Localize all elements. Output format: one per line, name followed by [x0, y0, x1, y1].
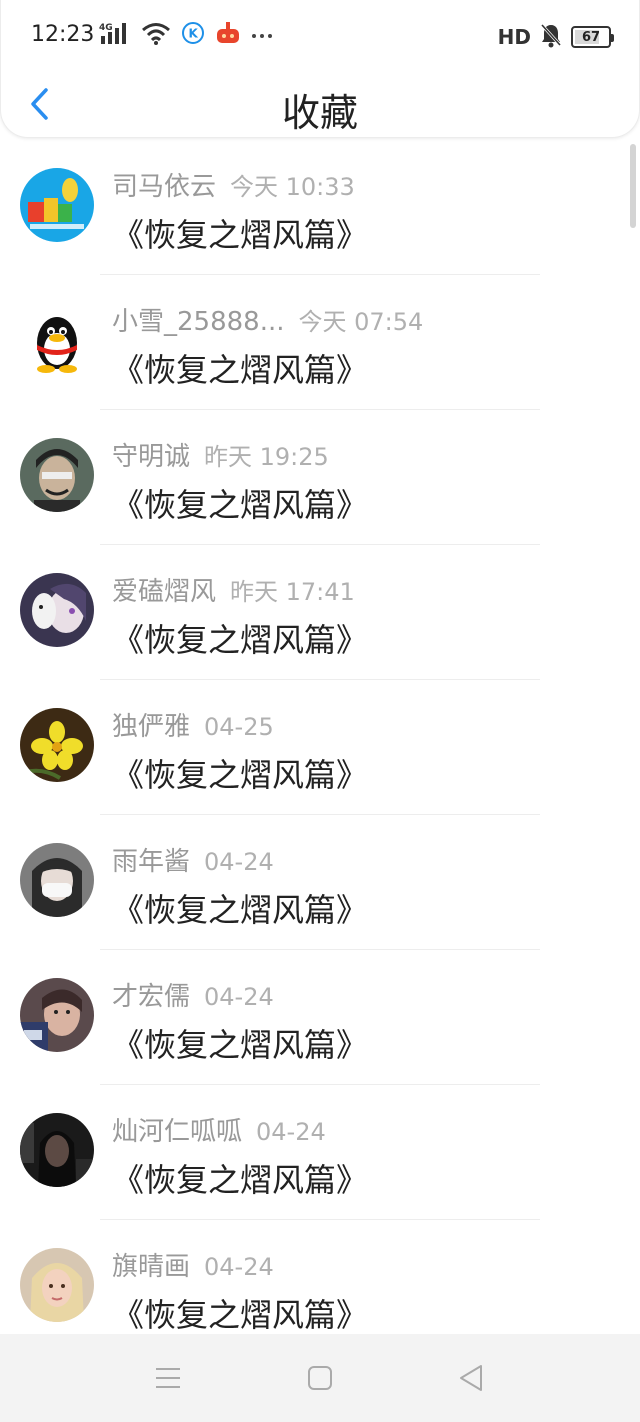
- favorite-content[interactable]: 《恢复之熠风篇》: [112, 1290, 368, 1332]
- home-square-icon: [308, 1366, 332, 1390]
- timestamp: 04-24: [204, 1253, 274, 1281]
- menu-icon: [156, 1368, 180, 1388]
- hd-label: HD: [497, 25, 531, 49]
- status-left-icons: 4G K: [99, 20, 273, 50]
- svg-text:K: K: [189, 27, 199, 41]
- timestamp: 昨天 19:25: [204, 443, 329, 471]
- item-meta: 才宏儒 04-24: [112, 976, 274, 1013]
- item-meta: 旗晴画 04-24: [112, 1246, 274, 1283]
- red-app-icon: [215, 21, 241, 49]
- avatar[interactable]: [20, 1113, 94, 1187]
- avatar[interactable]: [20, 573, 94, 647]
- avatar[interactable]: [20, 168, 94, 242]
- item-meta: 雨年酱 04-24: [112, 841, 274, 878]
- page-title: 收藏: [281, 91, 358, 135]
- timestamp: 04-24: [204, 848, 274, 876]
- status-right-icons: HD 67: [497, 22, 614, 52]
- scrollbar[interactable]: [630, 144, 636, 228]
- item-meta: 小雪_25888... 今天 07:54: [112, 301, 423, 338]
- timestamp: 04-24: [204, 983, 274, 1011]
- list-item[interactable]: 雨年酱 04-24 《恢复之熠风篇》: [0, 815, 640, 950]
- avatar[interactable]: [20, 1248, 94, 1322]
- avatar[interactable]: [20, 438, 94, 512]
- item-meta: 司马依云 今天 10:33: [112, 166, 355, 203]
- status-time: 12:23: [31, 22, 95, 47]
- nav-back-button[interactable]: [455, 1362, 487, 1394]
- favorite-content[interactable]: 《恢复之熠风篇》: [112, 885, 368, 931]
- more-dots-icon: [251, 26, 273, 45]
- user-name[interactable]: 司马依云: [112, 166, 216, 203]
- svg-text:4G: 4G: [99, 23, 113, 33]
- user-name[interactable]: 灿河仁呱呱: [112, 1111, 242, 1148]
- user-name[interactable]: 爱磕熠风: [112, 571, 216, 608]
- avatar[interactable]: [20, 843, 94, 917]
- wifi-icon: [141, 21, 171, 49]
- user-name[interactable]: 守明诚: [112, 436, 190, 473]
- battery-level: 67: [581, 29, 601, 45]
- timestamp: 04-25: [204, 713, 274, 741]
- user-name[interactable]: 旗晴画: [112, 1246, 190, 1283]
- list-item[interactable]: 旗晴画 04-24 《恢复之熠风篇》: [0, 1220, 640, 1332]
- favorite-content[interactable]: 《恢复之熠风篇》: [112, 1155, 368, 1201]
- menu-button[interactable]: [152, 1362, 184, 1394]
- user-name[interactable]: 才宏儒: [112, 976, 190, 1013]
- list-item[interactable]: 才宏儒 04-24 《恢复之熠风篇》: [0, 950, 640, 1085]
- k-app-icon: K: [181, 21, 205, 49]
- favorite-content[interactable]: 《恢复之熠风篇》: [112, 750, 368, 796]
- favorite-content[interactable]: 《恢复之熠风篇》: [112, 345, 368, 391]
- list-item[interactable]: 独俨雅 04-25 《恢复之熠风篇》: [0, 680, 640, 815]
- user-name[interactable]: 雨年酱: [112, 841, 190, 878]
- battery-icon: 67: [571, 26, 614, 48]
- system-nav-bar: [0, 1334, 640, 1422]
- mute-bell-icon: [539, 22, 563, 52]
- favorite-content[interactable]: 《恢复之熠风篇》: [112, 480, 368, 526]
- timestamp: 今天 07:54: [298, 308, 424, 336]
- list-item[interactable]: 爱磕熠风 昨天 17:41 《恢复之熠风篇》: [0, 545, 640, 680]
- item-meta: 爱磕熠风 昨天 17:41: [112, 571, 355, 608]
- home-button[interactable]: [304, 1362, 336, 1394]
- top-bar: 12:23 4G K HD 67 收藏: [0, 0, 640, 138]
- back-triangle-icon: [460, 1365, 482, 1391]
- list-item[interactable]: 司马依云 今天 10:33 《恢复之熠风篇》: [0, 140, 640, 275]
- avatar[interactable]: [20, 708, 94, 782]
- timestamp: 昨天 17:41: [230, 578, 355, 606]
- signal-4g-icon: 4G: [99, 20, 131, 50]
- status-bar: 12:23 4G K HD 67: [1, 0, 640, 72]
- favorites-list[interactable]: 司马依云 今天 10:33 《恢复之熠风篇》 小雪_25888... 今天 07:54 《…: [0, 140, 640, 1332]
- item-meta: 守明诚 昨天 19:25: [112, 436, 329, 473]
- user-name[interactable]: 小雪_25888...: [112, 301, 285, 338]
- list-item[interactable]: 小雪_25888... 今天 07:54 《恢复之熠风篇》: [0, 275, 640, 410]
- timestamp: 今天 10:33: [230, 173, 355, 201]
- timestamp: 04-24: [256, 1118, 326, 1146]
- favorite-content[interactable]: 《恢复之熠风篇》: [112, 1020, 368, 1066]
- item-meta: 灿河仁呱呱 04-24: [112, 1111, 326, 1148]
- avatar[interactable]: [20, 303, 94, 377]
- avatar[interactable]: [20, 978, 94, 1052]
- list-item[interactable]: 灿河仁呱呱 04-24 《恢复之熠风篇》: [0, 1085, 640, 1220]
- list-item[interactable]: 守明诚 昨天 19:25 《恢复之熠风篇》: [0, 410, 640, 545]
- favorite-content[interactable]: 《恢复之熠风篇》: [112, 615, 368, 661]
- item-meta: 独俨雅 04-25: [112, 706, 274, 743]
- favorite-content[interactable]: 《恢复之熠风篇》: [112, 210, 368, 256]
- user-name[interactable]: 独俨雅: [112, 706, 190, 743]
